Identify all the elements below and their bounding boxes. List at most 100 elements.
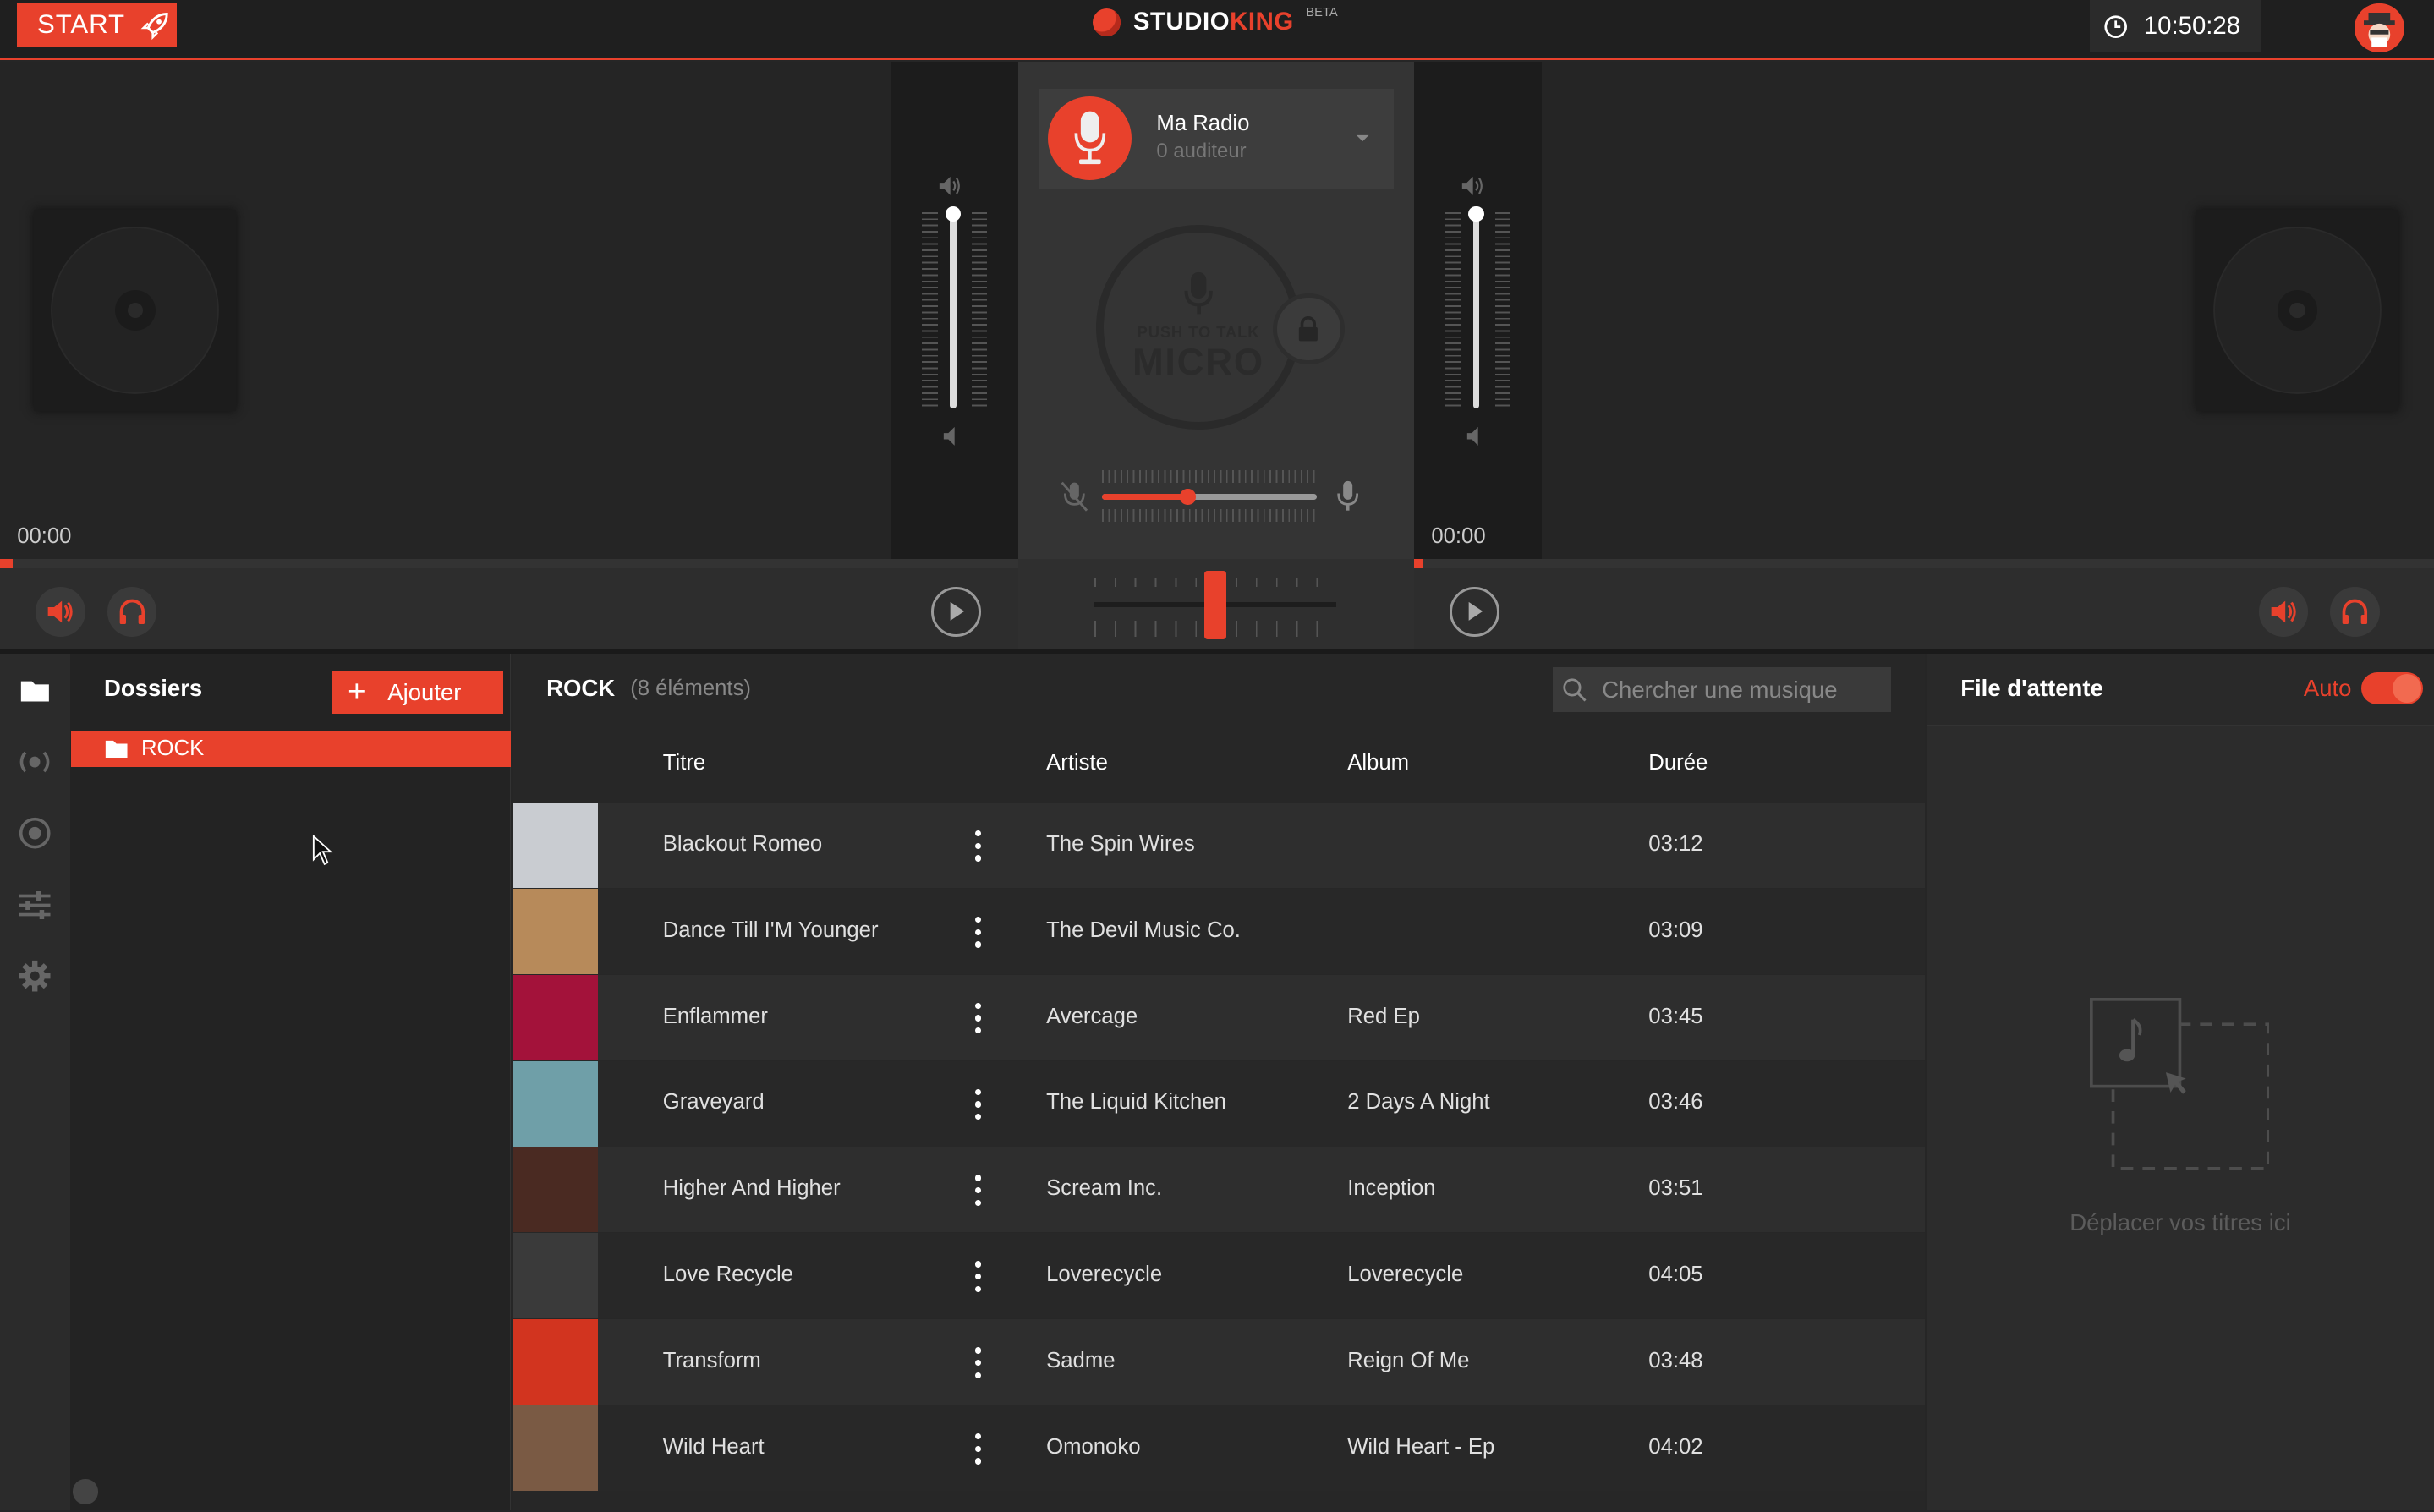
right-progress-bar[interactable] — [1414, 558, 2434, 568]
table-row[interactable]: Blackout Romeo The Spin Wires 03:12 — [512, 802, 1925, 888]
cell-title: Transform — [662, 1349, 761, 1373]
search-input[interactable] — [1598, 675, 1885, 705]
radio-listeners: 0 auditeur — [1156, 140, 1247, 163]
left-speaker-button[interactable] — [36, 586, 85, 637]
cell-title: Wild Heart — [662, 1434, 765, 1459]
cell-duration: 03:45 — [1648, 1004, 1703, 1028]
table-row[interactable]: Higher And Higher Scream Inc. Inception 03:… — [512, 1147, 1925, 1233]
cell-duration: 03:09 — [1648, 918, 1703, 942]
queue-empty-text: Déplacer vos titres ici — [2069, 1208, 2291, 1235]
nav-settings[interactable] — [0, 940, 70, 1011]
headphones-icon — [119, 599, 145, 624]
more-options-icon[interactable] — [972, 830, 984, 862]
column-artist[interactable]: Artiste — [1046, 751, 1108, 775]
cell-artist: Omonoko — [1046, 1434, 1141, 1459]
more-options-icon[interactable] — [972, 1347, 984, 1378]
left-volume-fader[interactable] — [950, 212, 957, 408]
track-count: (8 éléments) — [630, 677, 751, 701]
queue-title: File d'attente — [1960, 675, 2103, 702]
column-album[interactable]: Album — [1347, 751, 1409, 775]
right-play-button[interactable] — [1450, 586, 1500, 637]
clock-time: 10:50:28 — [2143, 12, 2241, 41]
cell-duration: 03:51 — [1648, 1176, 1703, 1201]
auto-toggle[interactable] — [2360, 671, 2424, 705]
table-row[interactable]: Love Recycle Loverecycle Loverecycle 04:05 — [512, 1233, 1925, 1319]
push-to-talk-button[interactable]: PUSH TO TALK MICRO — [1095, 225, 1302, 430]
table-row[interactable]: Graveyard The Liquid Kitchen 2 Days A Nigh… — [512, 1060, 1925, 1147]
more-options-icon[interactable] — [972, 1433, 984, 1465]
nav-broadcast[interactable] — [0, 726, 70, 797]
left-volume-strip — [891, 62, 1019, 559]
column-title[interactable]: Titre — [663, 751, 705, 775]
mic-icon — [1184, 271, 1213, 315]
cell-album: Red Ep — [1347, 1004, 1420, 1028]
crossfader-knob[interactable] — [1204, 571, 1227, 640]
mic-title: MICRO — [1132, 342, 1264, 384]
auto-label: Auto — [2303, 675, 2352, 702]
table-row[interactable]: Wild Heart Omonoko Wild Heart - Ep 04:02 — [512, 1405, 1925, 1491]
cell-title: Blackout Romeo — [662, 831, 823, 856]
app-logo: STUDIOKING BETA — [1093, 6, 1338, 36]
table-row[interactable]: Enflammer Avercage Red Ep 03:45 — [512, 974, 1925, 1060]
radio-selector[interactable]: Ma Radio 0 auditeur — [1038, 88, 1395, 189]
cell-duration: 03:46 — [1648, 1090, 1703, 1115]
right-volume-knob[interactable] — [1468, 206, 1484, 222]
left-volume-knob[interactable] — [945, 206, 962, 222]
right-speaker-button[interactable] — [2258, 586, 2309, 637]
nav-record[interactable] — [0, 797, 70, 868]
left-play-button[interactable] — [931, 586, 982, 637]
headphones-icon — [2342, 599, 2368, 624]
mic-gain-slider[interactable] — [1102, 493, 1317, 501]
rocket-icon — [140, 13, 168, 41]
right-volume-fader[interactable] — [1472, 212, 1480, 408]
add-folder-button[interactable]: + Ajouter — [332, 670, 503, 715]
more-options-icon[interactable] — [972, 1088, 984, 1120]
cell-artist: Avercage — [1046, 1004, 1138, 1028]
sliders-icon — [19, 890, 51, 919]
nav-folders[interactable] — [0, 655, 70, 726]
left-progress-bar[interactable] — [0, 558, 1019, 568]
left-headphones-button[interactable] — [107, 586, 157, 637]
album-cover — [512, 1319, 598, 1405]
album-cover — [512, 1233, 598, 1319]
cell-title: Higher And Higher — [662, 1176, 841, 1201]
more-options-icon[interactable] — [972, 1002, 984, 1034]
beta-badge: BETA — [1306, 6, 1338, 20]
cell-artist: The Liquid Kitchen — [1046, 1090, 1226, 1115]
cell-duration: 04:02 — [1648, 1434, 1703, 1459]
more-options-icon[interactable] — [972, 916, 984, 948]
volume-high-icon — [939, 177, 960, 196]
folders-panel — [69, 653, 511, 1510]
scroll-handle[interactable] — [73, 1479, 98, 1504]
more-options-icon[interactable] — [972, 1261, 984, 1293]
start-button[interactable]: START — [17, 3, 178, 47]
column-duration[interactable]: Durée — [1648, 751, 1708, 775]
mic-gain-knob[interactable] — [1180, 489, 1196, 505]
lock-button[interactable] — [1273, 293, 1345, 365]
cell-duration: 03:12 — [1648, 831, 1703, 856]
album-cover — [512, 802, 598, 888]
speaker-icon — [2271, 600, 2296, 623]
cell-album: Reign Of Me — [1347, 1349, 1470, 1373]
cell-album: Wild Heart - Ep — [1347, 1434, 1495, 1459]
speaker-icon — [47, 600, 73, 623]
folders-title: Dossiers — [103, 675, 203, 702]
nav-mixer[interactable] — [0, 869, 70, 940]
left-vinyl-icon — [52, 227, 217, 393]
right-volume-strip — [1414, 62, 1542, 559]
more-options-icon[interactable] — [972, 1175, 984, 1207]
drop-zone[interactable] — [2089, 998, 2270, 1172]
user-avatar[interactable] — [2355, 3, 2405, 53]
music-note-icon — [2089, 998, 2270, 1170]
gear-icon — [19, 961, 51, 992]
search-box[interactable] — [1552, 667, 1891, 713]
cell-title: Love Recycle — [662, 1263, 793, 1287]
folder-item-rock[interactable]: ROCK — [71, 731, 511, 767]
table-row[interactable]: Transform Sadme Reign Of Me 03:48 — [512, 1319, 1925, 1405]
cell-title: Dance Till I'M Younger — [662, 918, 879, 942]
table-row[interactable]: Dance Till I'M Younger The Devil Music Co… — [512, 888, 1925, 974]
right-headphones-button[interactable] — [2330, 586, 2380, 637]
lock-icon — [1299, 315, 1318, 341]
mic-on-icon — [1336, 480, 1358, 511]
cell-album: Inception — [1347, 1176, 1436, 1201]
